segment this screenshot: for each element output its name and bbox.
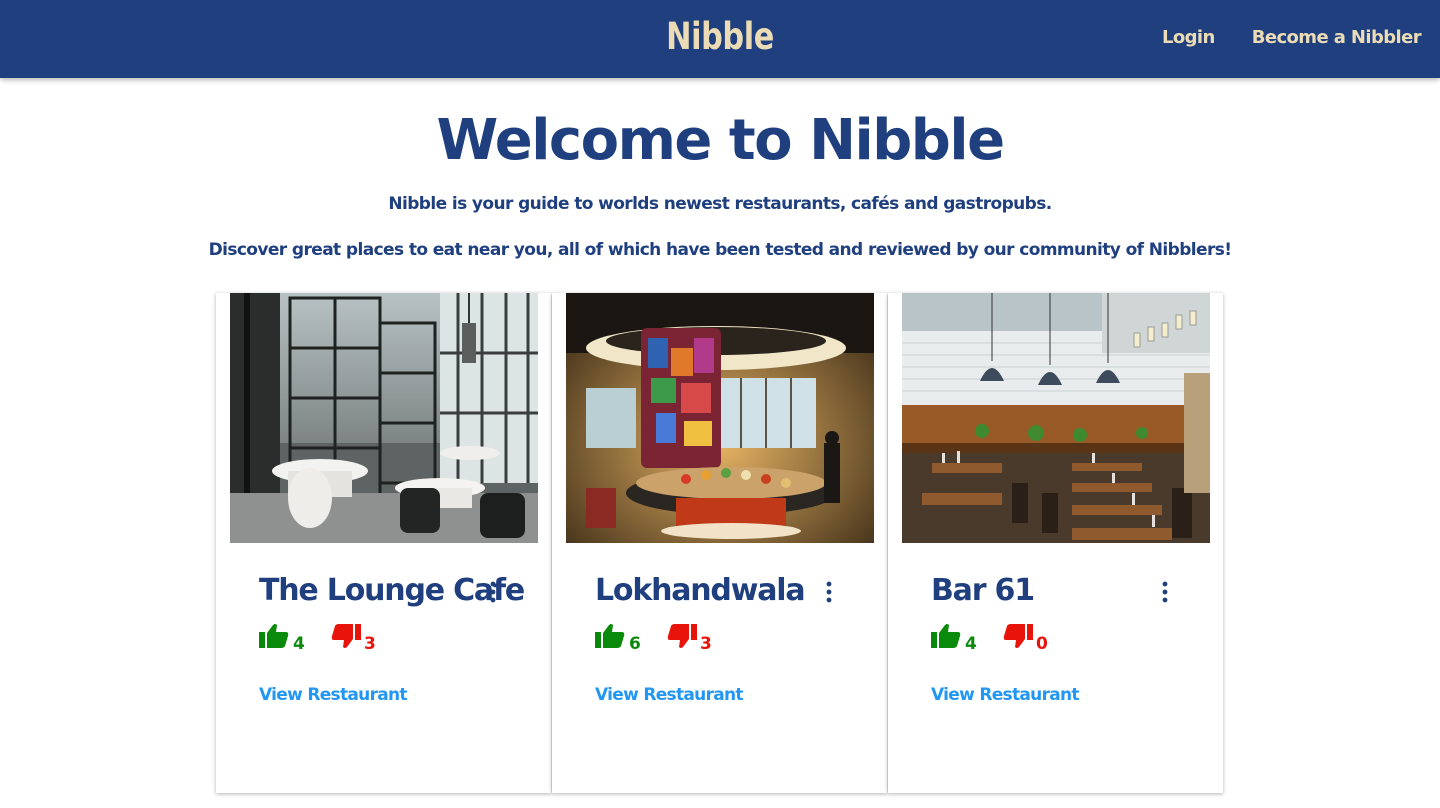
- thumbs-up-icon[interactable]: [259, 623, 289, 654]
- thumbs-down-icon[interactable]: [1003, 623, 1033, 654]
- restaurant-photo[interactable]: [566, 293, 874, 543]
- thumbs-down-count: 0: [1036, 634, 1048, 654]
- thumbs-up-count: 4: [965, 634, 977, 654]
- restaurant-photo[interactable]: [902, 293, 1210, 543]
- thumbs-down-icon[interactable]: [331, 623, 361, 654]
- thumbs-down-count: 3: [700, 634, 712, 654]
- restaurant-card: Bar 61 4 0 View Restaurant: [888, 293, 1223, 793]
- hero-section: Welcome to Nibble Nibble is your guide t…: [0, 104, 1440, 260]
- restaurant-photo[interactable]: [230, 293, 538, 543]
- restaurant-card-list: The Lounge Cafe 4 3 View Restaurant Lokh…: [216, 293, 1224, 793]
- view-restaurant-link[interactable]: View Restaurant: [931, 685, 1080, 705]
- hero-intro: Nibble is your guide to worlds newest re…: [388, 194, 1052, 214]
- restaurant-card: Lokhandwala 6 3 View Restaurant: [552, 293, 887, 793]
- vote-counts: 4 3: [259, 623, 459, 654]
- restaurant-name: Bar 61: [931, 573, 1035, 608]
- restaurant-name: Lokhandwala: [595, 573, 806, 608]
- hero-description: Discover great places to eat near you, a…: [208, 240, 1232, 260]
- more-options-icon[interactable]: [820, 580, 838, 604]
- thumbs-down-count: 3: [364, 634, 376, 654]
- thumbs-up-count: 6: [629, 634, 641, 654]
- view-restaurant-link[interactable]: View Restaurant: [259, 685, 408, 705]
- top-navbar: Nibble Login Become a Nibbler: [0, 0, 1440, 78]
- nav-links: Login Become a Nibbler: [1162, 24, 1422, 52]
- more-options-icon[interactable]: [484, 580, 502, 604]
- become-nibbler-link[interactable]: Become a Nibbler: [1252, 24, 1422, 52]
- thumbs-up-count: 4: [293, 634, 305, 654]
- view-restaurant-link[interactable]: View Restaurant: [595, 685, 744, 705]
- thumbs-up-icon[interactable]: [595, 623, 625, 654]
- login-link[interactable]: Login: [1162, 24, 1215, 52]
- brand-logo[interactable]: Nibble: [130, 11, 1311, 63]
- page-title: Welcome to Nibble: [436, 108, 1005, 173]
- thumbs-up-icon[interactable]: [931, 623, 961, 654]
- vote-counts: 4 0: [931, 623, 1131, 654]
- more-options-icon[interactable]: [1156, 580, 1174, 604]
- vote-counts: 6 3: [595, 623, 795, 654]
- restaurant-card: The Lounge Cafe 4 3 View Restaurant: [216, 293, 551, 793]
- thumbs-down-icon[interactable]: [667, 623, 697, 654]
